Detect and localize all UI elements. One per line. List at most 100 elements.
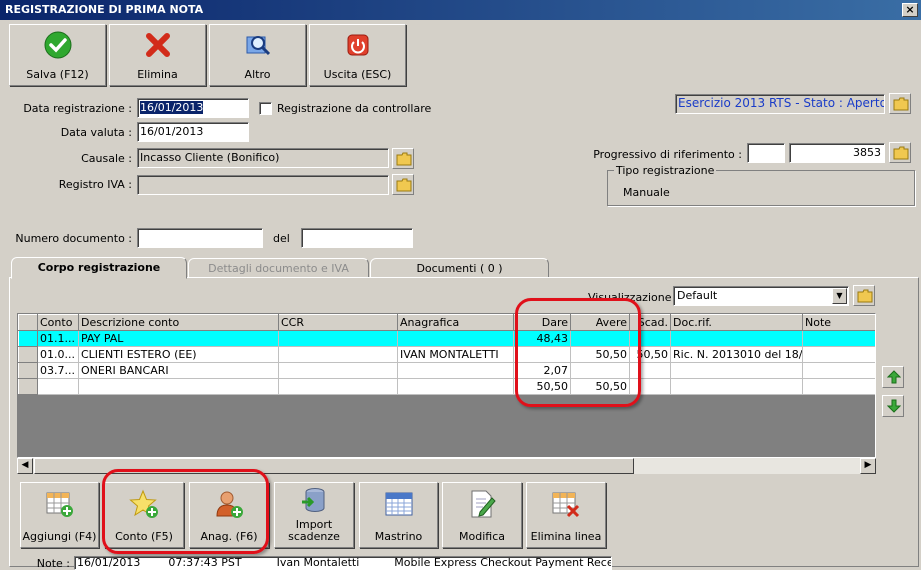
mastrino-button[interactable]: Mastrino: [359, 482, 438, 548]
grid-header-dare[interactable]: Dare: [513, 314, 571, 331]
conto-button[interactable]: Conto (F5): [104, 482, 184, 548]
grid-header-row: Conto Descrizione conto CCR Anagrafica D…: [18, 314, 875, 331]
cell-dare[interactable]: 2,07: [513, 362, 571, 379]
cell-docrif[interactable]: [670, 330, 803, 347]
progressivo-prefix-field[interactable]: [747, 143, 785, 163]
table-row[interactable]: 03.7... ONERI BANCARI 2,07: [18, 362, 875, 379]
cell-conto[interactable]: 01.1...: [37, 330, 79, 347]
cell-descrizione[interactable]: CLIENTI ESTERO (EE): [78, 346, 279, 363]
cell-dare[interactable]: [513, 346, 571, 363]
arrow-up-icon: [887, 370, 901, 384]
scrollbar-thumb[interactable]: [34, 458, 634, 474]
cell-scad[interactable]: [629, 330, 671, 347]
cell-ccr[interactable]: [278, 330, 398, 347]
cell-anagrafica[interactable]: [397, 330, 514, 347]
scroll-right-icon[interactable]: ▶: [860, 458, 876, 474]
numero-documento-field[interactable]: [137, 228, 263, 248]
grid-header-ccr[interactable]: CCR: [278, 314, 398, 331]
move-down-button[interactable]: [882, 395, 904, 417]
modifica-button[interactable]: Modifica: [442, 482, 522, 548]
cell-scad[interactable]: [629, 378, 671, 395]
scroll-left-icon[interactable]: ◀: [17, 458, 33, 474]
note-label: Note :: [36, 557, 70, 570]
cell-dare[interactable]: 48,43: [513, 330, 571, 347]
delete-button[interactable]: Elimina: [109, 24, 206, 86]
del-date-field[interactable]: [301, 228, 413, 248]
move-up-button[interactable]: [882, 366, 904, 388]
cell-conto[interactable]: [37, 378, 79, 395]
cell-docrif[interactable]: Ric. N. 2013010 del 18/...: [670, 346, 803, 363]
cell-conto[interactable]: 03.7...: [37, 362, 79, 379]
other-button[interactable]: Altro: [209, 24, 306, 86]
visualizzazione-value: Default: [677, 289, 718, 302]
folder-icon: [893, 146, 909, 160]
data-registrazione-field[interactable]: 16/01/2013: [137, 98, 249, 118]
grid-header-note[interactable]: Note: [802, 314, 875, 331]
aggiungi-button[interactable]: Aggiungi (F4): [20, 482, 99, 548]
save-button[interactable]: Salva (F12): [9, 24, 106, 86]
visualizzazione-select[interactable]: Default ▼: [673, 286, 849, 306]
anagrafica-button[interactable]: Anag. (F6): [189, 482, 269, 548]
cell-avere[interactable]: [570, 362, 630, 379]
conto-label: Conto (F5): [115, 530, 173, 543]
cell-dare[interactable]: 50,50: [513, 378, 571, 395]
delete-button-label: Elimina: [137, 68, 178, 81]
cell-avere[interactable]: 50,50: [570, 346, 630, 363]
cell-anagrafica[interactable]: IVAN MONTALETTI: [397, 346, 514, 363]
cell-avere[interactable]: 50,50: [570, 378, 630, 395]
grid-header-descrizione[interactable]: Descrizione conto: [78, 314, 279, 331]
cell-scad[interactable]: 50,50: [629, 346, 671, 363]
causale-field[interactable]: Incasso Cliente (Bonifico): [137, 148, 389, 168]
cell-scad[interactable]: [629, 362, 671, 379]
table-row[interactable]: 50,50 50,50: [18, 378, 875, 395]
arrow-down-icon: [887, 399, 901, 413]
cell-conto[interactable]: 01.0...: [37, 346, 79, 363]
visualizzazione-browse-button[interactable]: [853, 285, 875, 306]
cell-descrizione[interactable]: [78, 378, 279, 395]
cell-ccr[interactable]: [278, 378, 398, 395]
grid-header-conto[interactable]: Conto: [37, 314, 79, 331]
cell-note[interactable]: [802, 378, 875, 395]
power-icon: [347, 34, 368, 56]
progressivo-browse-button[interactable]: [889, 142, 911, 163]
tab-corpo-registrazione[interactable]: Corpo registrazione: [11, 257, 187, 279]
import-scadenze-button[interactable]: Import scadenze: [274, 482, 354, 548]
cell-docrif[interactable]: [670, 362, 803, 379]
grid-header-scad[interactable]: Scad.: [629, 314, 671, 331]
grid-header-docrif[interactable]: Doc.rif.: [670, 314, 803, 331]
esercizio-browse-button[interactable]: [889, 93, 911, 114]
causale-browse-button[interactable]: [392, 148, 414, 169]
cell-descrizione[interactable]: PAY PAL: [78, 330, 279, 347]
progressivo-field[interactable]: 3853: [789, 143, 885, 163]
cell-avere[interactable]: [570, 330, 630, 347]
registro-iva-browse-button[interactable]: [392, 174, 414, 195]
registrazione-da-controllare-checkbox[interactable]: [259, 102, 272, 115]
row-indicator[interactable]: [18, 330, 38, 347]
cell-docrif[interactable]: [670, 378, 803, 395]
exit-button[interactable]: Uscita (ESC): [309, 24, 406, 86]
row-indicator[interactable]: [18, 362, 38, 379]
tab-dettagli-documento[interactable]: Dettagli documento e IVA: [188, 258, 369, 278]
table-row[interactable]: 01.0... CLIENTI ESTERO (EE) IVAN MONTALETT…: [18, 346, 875, 363]
cell-ccr[interactable]: [278, 362, 398, 379]
cell-note[interactable]: [802, 362, 875, 379]
cell-note[interactable]: [802, 346, 875, 363]
note-field[interactable]: 16/01/2013 07:37:43 PST Ivan Montaletti …: [74, 556, 612, 570]
row-indicator[interactable]: [18, 346, 38, 363]
cell-descrizione[interactable]: ONERI BANCARI: [78, 362, 279, 379]
close-button[interactable]: ×: [902, 3, 918, 17]
del-label: del: [273, 232, 290, 245]
cell-anagrafica[interactable]: [397, 362, 514, 379]
cell-anagrafica[interactable]: [397, 378, 514, 395]
row-indicator[interactable]: [18, 378, 38, 395]
table-row[interactable]: 01.1... PAY PAL 48,43: [18, 330, 875, 347]
grid-header-avere[interactable]: Avere: [570, 314, 630, 331]
grid-header-anagrafica[interactable]: Anagrafica: [397, 314, 514, 331]
registro-iva-field[interactable]: [137, 175, 389, 195]
cell-ccr[interactable]: [278, 346, 398, 363]
horizontal-scrollbar[interactable]: ◀ ▶: [17, 458, 876, 474]
tab-documenti[interactable]: Documenti ( 0 ): [370, 258, 549, 278]
cell-note[interactable]: [802, 330, 875, 347]
data-valuta-field[interactable]: 16/01/2013: [137, 122, 249, 142]
elimina-linea-button[interactable]: Elimina linea: [526, 482, 606, 548]
